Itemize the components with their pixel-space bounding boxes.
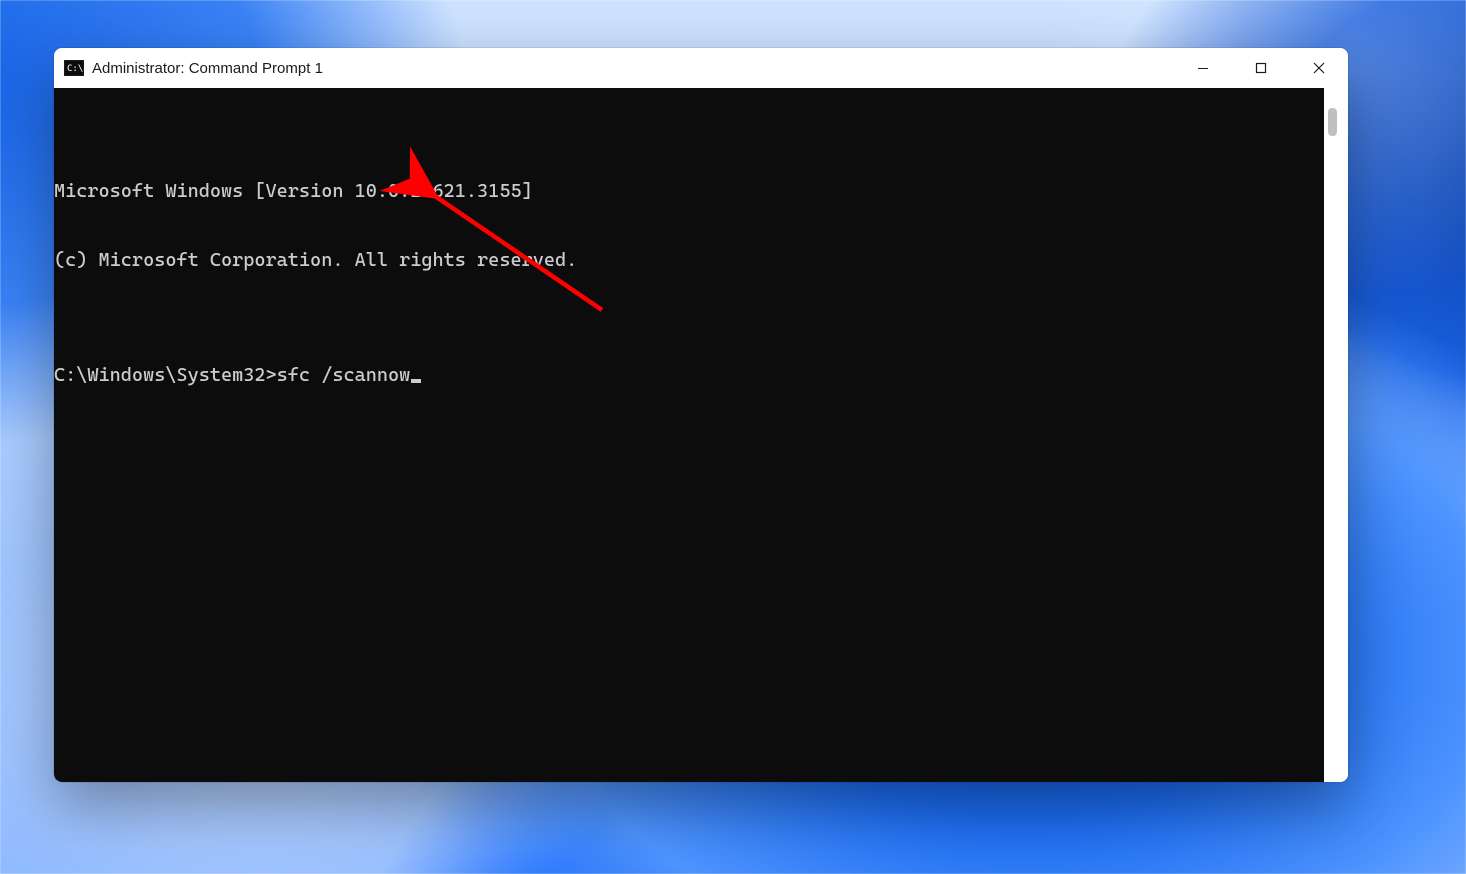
output-line-copyright: (c) Microsoft Corporation. All rights re… <box>54 249 1324 272</box>
text-cursor <box>411 379 421 383</box>
client-area: Microsoft Windows [Version 10.0.22621.31… <box>54 88 1348 782</box>
cmd-icon: C:\ <box>64 60 84 76</box>
output-line-version: Microsoft Windows [Version 10.0.22621.31… <box>54 180 1324 203</box>
prompt-path: C:\Windows\System32> <box>54 364 277 386</box>
vertical-scrollbar[interactable] <box>1324 88 1348 782</box>
command-prompt-window: C:\ Administrator: Command Prompt 1 <box>54 48 1348 782</box>
close-button[interactable] <box>1290 48 1348 88</box>
titlebar[interactable]: C:\ Administrator: Command Prompt 1 <box>54 48 1348 88</box>
maximize-button[interactable] <box>1232 48 1290 88</box>
minimize-icon <box>1197 62 1209 74</box>
console-output[interactable]: Microsoft Windows [Version 10.0.22621.31… <box>54 88 1324 782</box>
window-controls <box>1174 48 1348 88</box>
minimize-button[interactable] <box>1174 48 1232 88</box>
window-title: Administrator: Command Prompt 1 <box>92 60 323 77</box>
command-input[interactable]: sfc /scannow <box>277 364 411 386</box>
close-icon <box>1313 62 1325 74</box>
prompt-line[interactable]: C:\Windows\System32>sfc /scannow <box>54 364 1324 387</box>
scrollbar-thumb[interactable] <box>1328 108 1337 136</box>
svg-text:C:\: C:\ <box>67 64 83 74</box>
maximize-icon <box>1255 62 1267 74</box>
